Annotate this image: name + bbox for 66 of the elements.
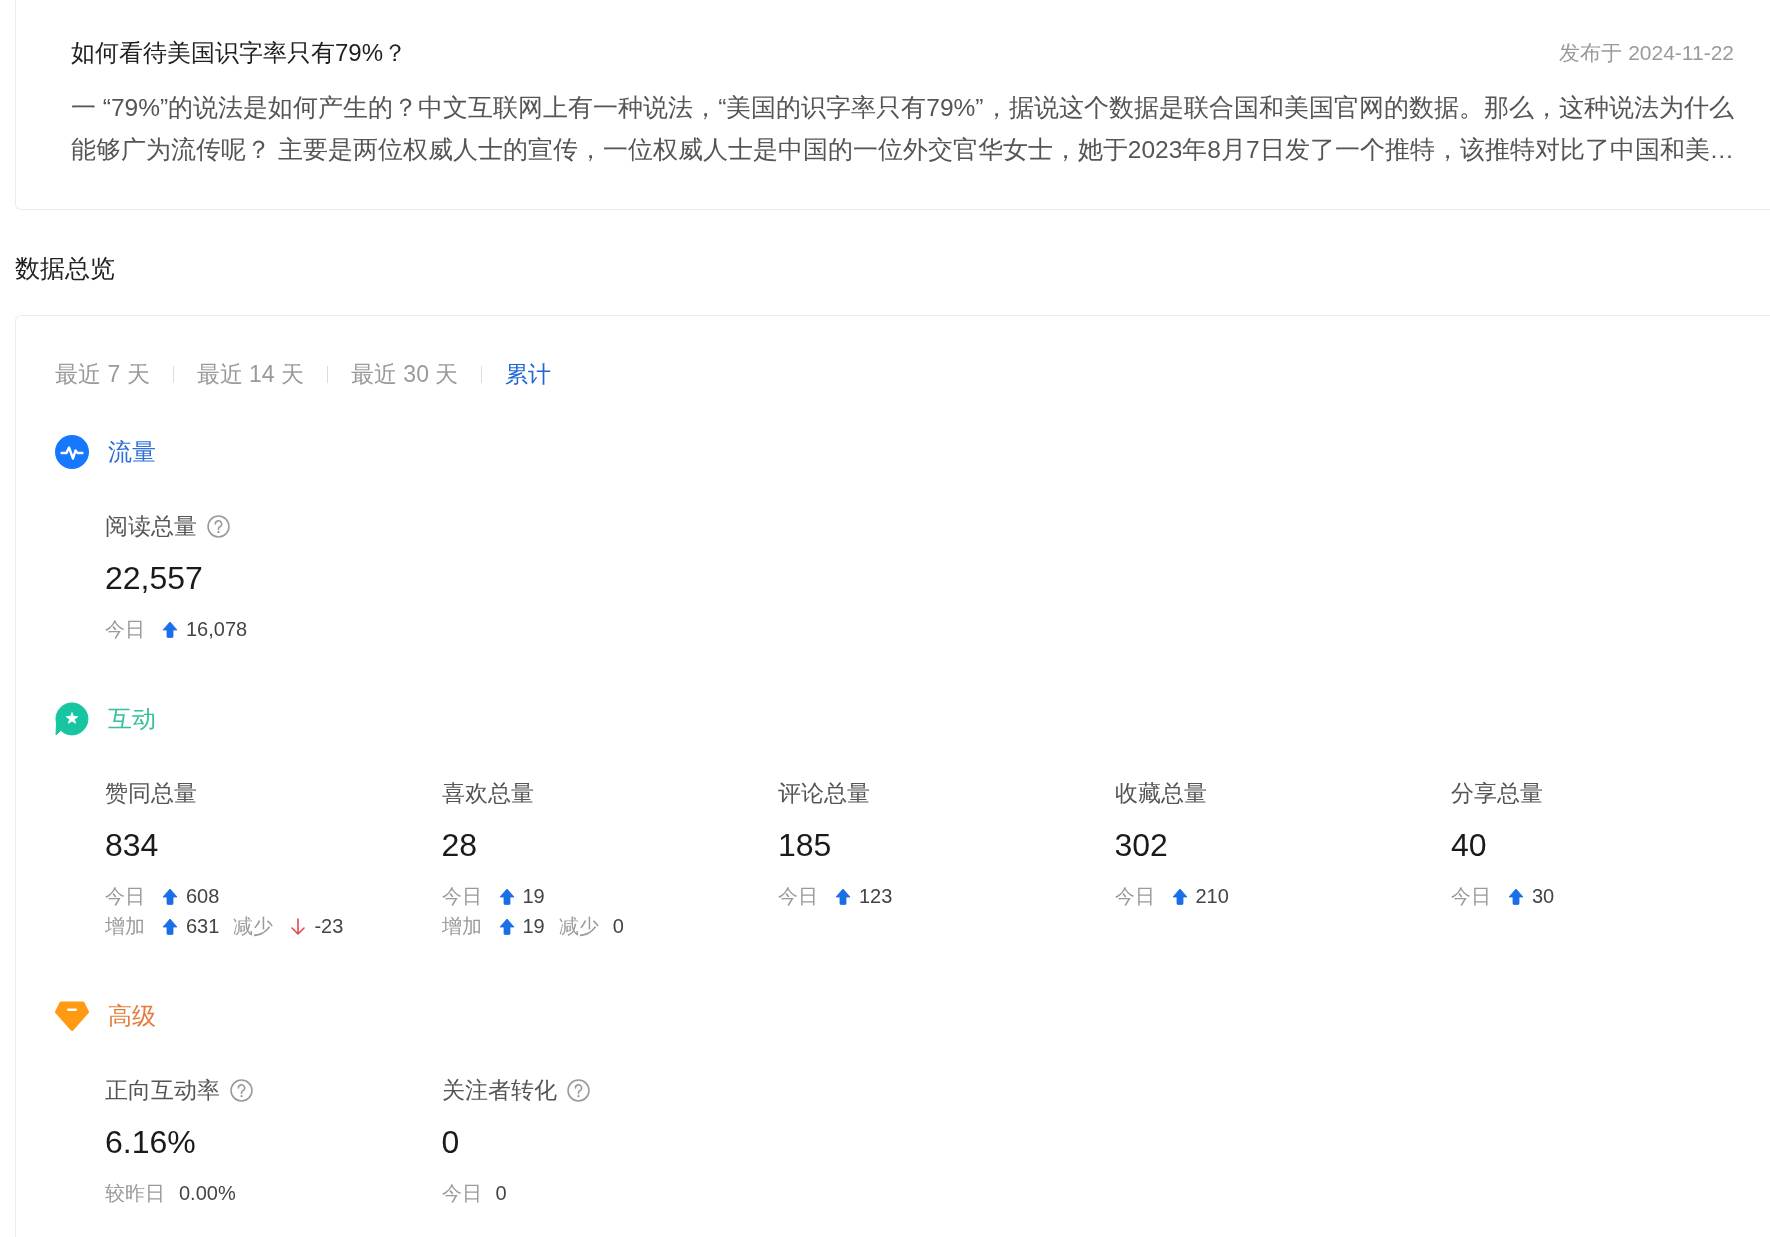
up-arrow-icon bbox=[162, 887, 178, 905]
metric-value: 22,557 bbox=[105, 559, 203, 598]
delta-value: 19 bbox=[522, 884, 545, 909]
delta-value: 16,078 bbox=[186, 617, 248, 642]
metric-value: 185 bbox=[778, 826, 832, 865]
delta-value: -23 bbox=[314, 914, 344, 939]
section-title: 互动 bbox=[108, 705, 156, 734]
metric-value: 40 bbox=[1451, 826, 1487, 865]
delta-value: 608 bbox=[186, 884, 220, 909]
delta-value: 631 bbox=[186, 914, 220, 939]
delta-caption: 今日 bbox=[778, 884, 818, 909]
help-icon[interactable] bbox=[230, 1078, 253, 1102]
metric-label: 阅读总量 bbox=[105, 512, 197, 541]
publish-date: 发布于 2024-11-22 bbox=[1559, 40, 1734, 66]
delta-caption: 减少 bbox=[558, 914, 599, 939]
up-arrow-icon bbox=[1508, 887, 1524, 905]
up-arrow-icon bbox=[162, 917, 178, 935]
metric-label: 收藏总量 bbox=[1114, 779, 1207, 808]
up-arrow-icon bbox=[498, 887, 515, 905]
overview-heading: 数据总览 bbox=[15, 253, 115, 284]
up-arrow-icon bbox=[835, 887, 851, 905]
period-tab[interactable]: 累计 bbox=[505, 357, 552, 391]
up-arrow-icon bbox=[162, 620, 178, 638]
period-tab[interactable]: 最近 30 天 bbox=[350, 357, 459, 391]
delta-caption: 今日 bbox=[441, 884, 482, 909]
delta-value: 19 bbox=[522, 914, 545, 939]
metric-value: 0 bbox=[441, 1123, 460, 1162]
article-excerpt: 一 “79%”的说法是如何产生的？中文互联网上有一种说法，“美国的识字率只有79%”，据说这个数据是联合国和美国官网的数据。那么，这种说法为什么能够广为流传呢？ 主要是两位权威人士的宣传，一位权威人士是中国的一位外交官华女士，她于2023年8月7日发了一个推特，该推特对比了中国和美… bbox=[71, 93, 1736, 165]
metric-value: 28 bbox=[441, 826, 478, 865]
metric-label: 关注者转化 bbox=[441, 1076, 557, 1105]
metric-label: 分享总量 bbox=[1451, 779, 1543, 808]
help-icon[interactable] bbox=[207, 514, 230, 538]
article-title[interactable]: 如何看待美国识字率只有79%？ bbox=[71, 36, 408, 70]
delta-caption: 增加 bbox=[105, 914, 145, 939]
metric-value: 834 bbox=[105, 826, 159, 865]
metric-label: 喜欢总量 bbox=[441, 779, 534, 808]
delta-caption: 今日 bbox=[1451, 884, 1491, 909]
metric-label: 正向互动率 bbox=[105, 1076, 220, 1105]
delta-caption: 今日 bbox=[1114, 884, 1155, 909]
pulse-icon bbox=[55, 435, 89, 469]
help-icon[interactable] bbox=[566, 1078, 590, 1102]
delta-value: 0 bbox=[612, 914, 624, 939]
section-title: 高级 bbox=[108, 1002, 156, 1031]
period-tab[interactable]: 最近 14 天 bbox=[196, 357, 304, 391]
delta-value: 30 bbox=[1532, 884, 1555, 909]
up-arrow-icon bbox=[1171, 887, 1188, 905]
delta-caption: 今日 bbox=[105, 617, 145, 642]
star-bubble-icon bbox=[55, 702, 89, 736]
gem-icon bbox=[55, 1000, 89, 1032]
period-tab[interactable]: 最近 7 天 bbox=[55, 357, 150, 391]
delta-value: 123 bbox=[859, 884, 893, 909]
delta-caption: 今日 bbox=[441, 1181, 482, 1206]
section-title: 流量 bbox=[108, 438, 156, 467]
delta-caption: 减少 bbox=[233, 914, 274, 939]
down-arrow-icon bbox=[290, 917, 307, 935]
delta-value: 210 bbox=[1195, 884, 1229, 909]
up-arrow-icon bbox=[498, 917, 515, 935]
metric-label: 赞同总量 bbox=[105, 779, 197, 808]
delta-value: 0.00% bbox=[179, 1181, 236, 1206]
metric-value: 6.16% bbox=[105, 1123, 196, 1162]
delta-caption: 今日 bbox=[105, 884, 145, 909]
delta-value: 0 bbox=[495, 1181, 507, 1206]
metric-label: 评论总量 bbox=[778, 779, 870, 808]
delta-caption: 增加 bbox=[441, 914, 482, 939]
metric-value: 302 bbox=[1114, 826, 1168, 865]
delta-caption: 较昨日 bbox=[105, 1181, 165, 1206]
